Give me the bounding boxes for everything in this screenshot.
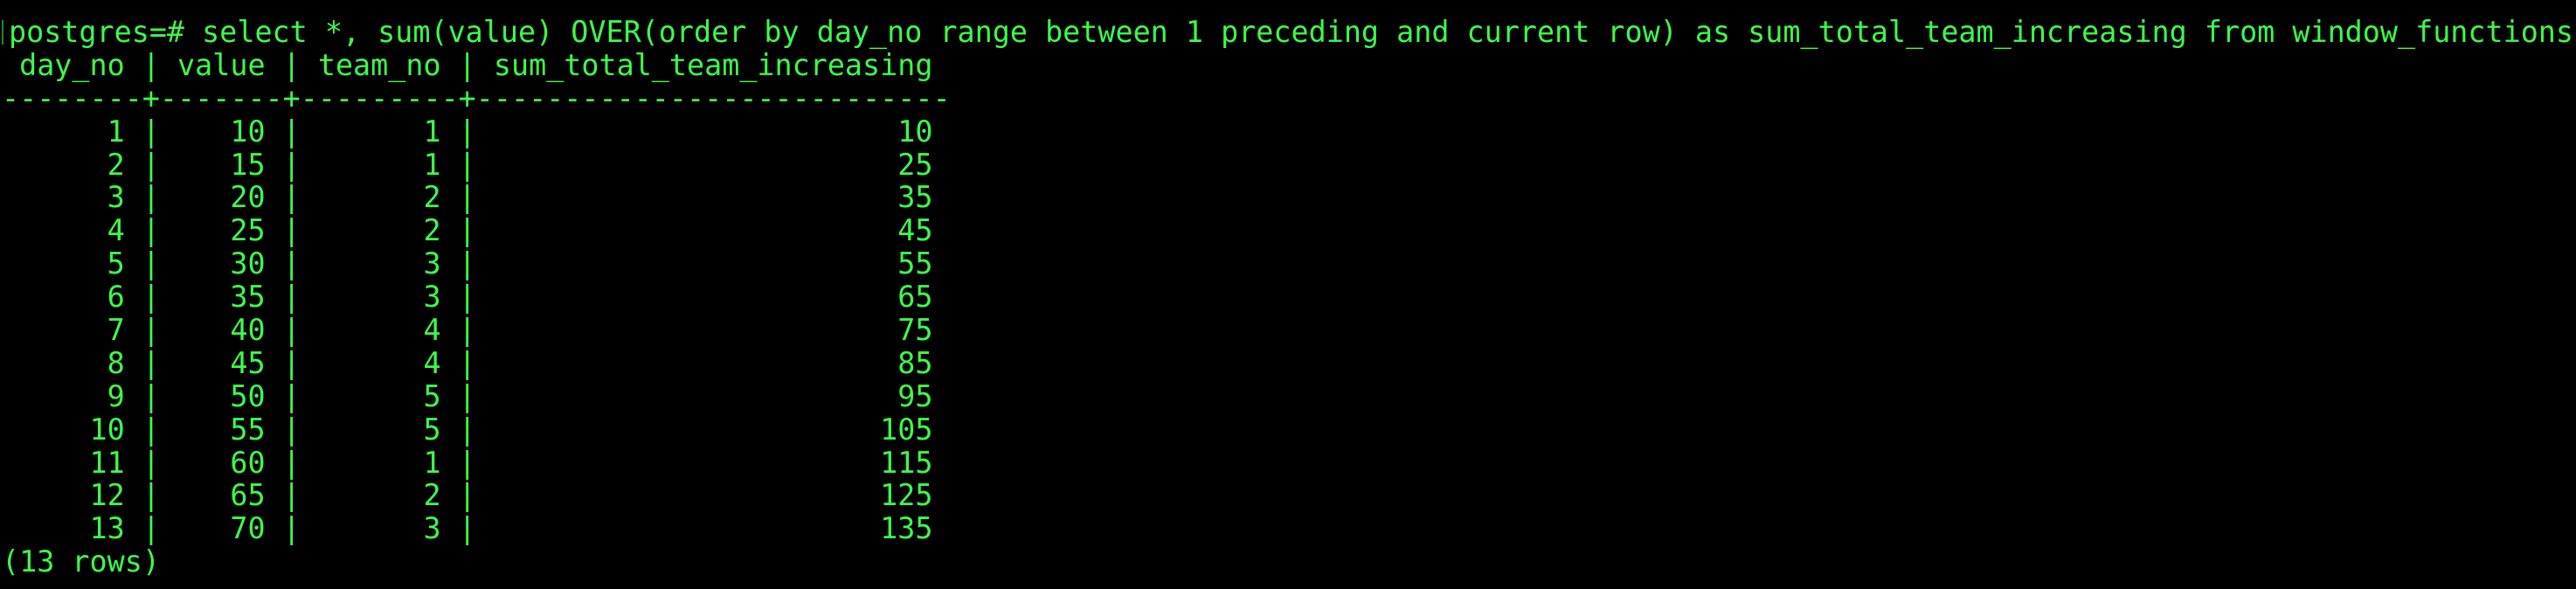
table-row: 8 | 45 | 4 | 85 bbox=[2, 345, 933, 380]
table-row: 6 | 35 | 3 | 65 bbox=[2, 280, 933, 315]
table-row: 12 | 65 | 2 | 125 bbox=[2, 478, 933, 513]
row-count-footer: (13 rows) bbox=[2, 544, 160, 579]
command-line: postgres=# select *, sum(value) OVER(ord… bbox=[2, 16, 2576, 49]
result-separator: --------+-------+---------+-------------… bbox=[2, 80, 951, 115]
table-row: 3 | 20 | 2 | 35 bbox=[2, 180, 933, 215]
table-row: 13 | 70 | 3 | 135 bbox=[2, 511, 933, 546]
table-row: 5 | 30 | 3 | 55 bbox=[2, 246, 933, 281]
table-row: 9 | 50 | 5 | 95 bbox=[2, 378, 933, 413]
terminal-window[interactable]: postgres=# select *, sum(value) OVER(ord… bbox=[0, 0, 2576, 589]
table-row: 1 | 10 | 1 | 10 bbox=[2, 114, 933, 149]
table-row: 11 | 60 | 1 | 115 bbox=[2, 445, 933, 480]
result-header: day_no | value | team_no | sum_total_tea… bbox=[2, 47, 951, 82]
table-row: 2 | 15 | 1 | 25 bbox=[2, 147, 933, 182]
command-text: postgres=# select *, sum(value) OVER(ord… bbox=[9, 15, 2576, 49]
table-row: 4 | 25 | 2 | 45 bbox=[2, 213, 933, 248]
table-row: 10 | 55 | 5 | 105 bbox=[2, 412, 933, 447]
table-row: 7 | 40 | 4 | 75 bbox=[2, 313, 933, 348]
text-cursor-icon bbox=[2, 20, 3, 45]
